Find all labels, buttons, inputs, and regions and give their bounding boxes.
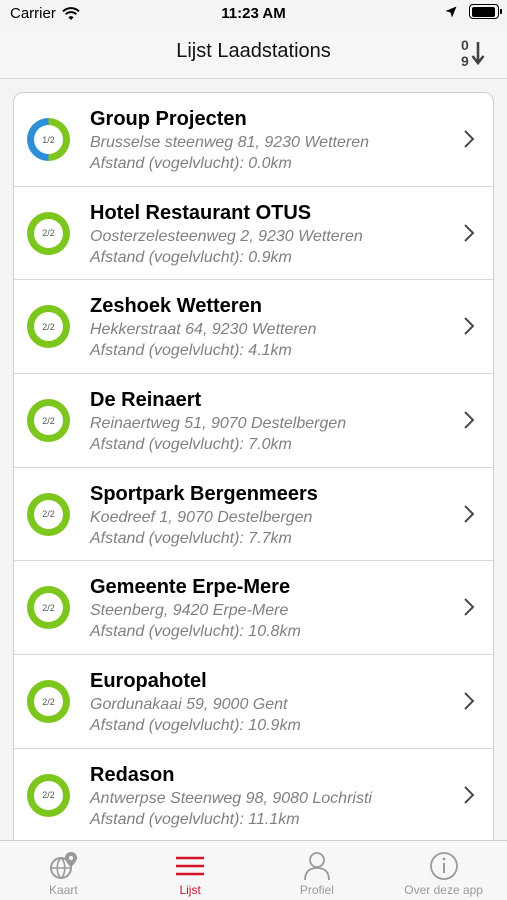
station-row[interactable]: 2/2 Gemeente Erpe-Mere Steenberg, 9420 Erp… bbox=[14, 561, 493, 656]
availability-label: 2/2 bbox=[34, 218, 63, 248]
station-name: Sportpark Bergenmeers bbox=[90, 482, 318, 505]
availability-ring: 2/2 bbox=[27, 680, 70, 724]
availability-label: 2/2 bbox=[34, 593, 63, 623]
station-distance: Afstand (vogelvlucht): 11.1km bbox=[90, 810, 300, 828]
station-name: Group Projecten bbox=[90, 108, 247, 130]
status-right bbox=[445, 4, 502, 19]
chevron-right-icon bbox=[464, 411, 475, 429]
station-name: Gemeente Erpe-Mere bbox=[90, 576, 291, 599]
station-name: Europahotel bbox=[90, 670, 207, 693]
availability-label: 2/2 bbox=[34, 780, 63, 810]
station-address: Brusselse steenweg 81, 9230 Wetteren bbox=[90, 134, 369, 151]
tab-label: Profiel bbox=[299, 883, 334, 897]
station-address: Antwerpse Steenweg 98, 9080 Lochristi bbox=[90, 789, 372, 807]
list-icon bbox=[176, 856, 205, 876]
station-row[interactable]: 2/2 De Reinaert Reinaertweg 51, 9070 Deste… bbox=[14, 374, 493, 468]
station-address: Reinaertweg 51, 9070 Destelbergen bbox=[90, 415, 347, 433]
chevron-right-icon bbox=[464, 505, 475, 523]
status-bar: Carrier 11:23 AM bbox=[0, 0, 507, 28]
availability-ring: 2/2 bbox=[27, 305, 70, 349]
station-distance: Afstand (vogelvlucht): 7.0km bbox=[90, 436, 292, 454]
availability-ring: 1/2 bbox=[27, 118, 70, 161]
info-icon bbox=[429, 852, 458, 880]
tab-bar: Kaart Lijst Profiel Over deze app bbox=[0, 840, 507, 900]
status-time: 11:23 AM bbox=[221, 5, 286, 22]
availability-label: 2/2 bbox=[34, 687, 63, 717]
battery-icon bbox=[469, 4, 502, 19]
chevron-right-icon bbox=[464, 598, 475, 617]
svg-text:0: 0 bbox=[461, 37, 469, 53]
station-distance: Afstand (vogelvlucht): 7.7km bbox=[90, 529, 292, 547]
availability-ring: 2/2 bbox=[27, 586, 70, 630]
station-row[interactable]: 2/2 Zeshoek Wetteren Hekkerstraat 64, 9230… bbox=[14, 280, 493, 375]
sort-numeric-down-icon[interactable]: 0 9 bbox=[455, 36, 489, 70]
person-icon bbox=[303, 852, 330, 881]
station-distance: Afstand (vogelvlucht): 0.0km bbox=[90, 155, 292, 172]
availability-label: 2/2 bbox=[34, 499, 63, 529]
chevron-right-icon bbox=[464, 223, 475, 242]
chevron-right-icon bbox=[464, 692, 475, 710]
tab-lijst[interactable]: Lijst bbox=[127, 841, 254, 900]
station-address: Steenberg, 9420 Erpe-Mere bbox=[90, 602, 289, 620]
station-row[interactable]: 2/2 Sportpark Bergenmeers Koedreef 1, 9070… bbox=[14, 468, 493, 562]
station-distance: Afstand (vogelvlucht): 10.8km bbox=[90, 623, 301, 641]
availability-label: 1/2 bbox=[34, 125, 63, 154]
station-distance: Afstand (vogelvlucht): 4.1km bbox=[90, 342, 292, 360]
station-name: Zeshoek Wetteren bbox=[90, 295, 262, 318]
station-distance: Afstand (vogelvlucht): 0.9km bbox=[90, 248, 292, 266]
tab-profiel[interactable]: Profiel bbox=[254, 841, 381, 900]
tab-label: Kaart bbox=[49, 883, 78, 897]
station-row[interactable]: 2/2 Redason Antwerpse Steenweg 98, 9080 Lo… bbox=[14, 749, 493, 843]
station-address: Koedreef 1, 9070 Destelbergen bbox=[90, 508, 313, 526]
availability-label: 2/2 bbox=[34, 312, 63, 342]
navigation-bar: Lijst Laadstations 0 9 bbox=[0, 28, 507, 79]
availability-ring: 2/2 bbox=[27, 399, 70, 443]
station-row[interactable]: 1/2 Group Projecten Brusselse steenweg 81,… bbox=[14, 93, 493, 187]
station-address: Gordunakaai 59, 9000 Gent bbox=[90, 696, 288, 714]
station-name: Hotel Restaurant OTUS bbox=[90, 201, 312, 224]
station-address: Hekkerstraat 64, 9230 Wetteren bbox=[90, 321, 317, 339]
tab-over[interactable]: Over deze app bbox=[380, 841, 507, 900]
location-arrow-icon bbox=[445, 6, 457, 17]
chevron-right-icon bbox=[464, 130, 475, 148]
tab-label: Over deze app bbox=[404, 883, 483, 897]
station-row[interactable]: 2/2 Europahotel Gordunakaai 59, 9000 Gent A… bbox=[14, 655, 493, 749]
chevron-right-icon bbox=[464, 317, 475, 336]
station-row[interactable]: 2/2 Hotel Restaurant OTUS Oosterzelesteenw… bbox=[14, 187, 493, 281]
station-distance: Afstand (vogelvlucht): 10.9km bbox=[90, 717, 301, 735]
globe-pin-icon bbox=[50, 852, 78, 879]
station-name: De Reinaert bbox=[90, 389, 202, 412]
tab-kaart[interactable]: Kaart bbox=[0, 841, 127, 900]
chevron-right-icon bbox=[464, 786, 475, 804]
availability-ring: 2/2 bbox=[27, 492, 70, 536]
station-name: Redason bbox=[90, 763, 175, 786]
svg-text:9: 9 bbox=[461, 53, 469, 69]
availability-label: 2/2 bbox=[34, 406, 63, 436]
tab-label: Lijst bbox=[179, 883, 201, 897]
page-title: Lijst Laadstations bbox=[176, 40, 331, 62]
battery-level bbox=[471, 6, 496, 17]
availability-ring: 2/2 bbox=[27, 773, 70, 817]
station-list: 1/2 Group Projecten Brusselse steenweg 81,… bbox=[13, 92, 494, 852]
station-address: Oosterzelesteenweg 2, 9230 Wetteren bbox=[90, 227, 363, 245]
availability-ring: 2/2 bbox=[27, 211, 70, 255]
